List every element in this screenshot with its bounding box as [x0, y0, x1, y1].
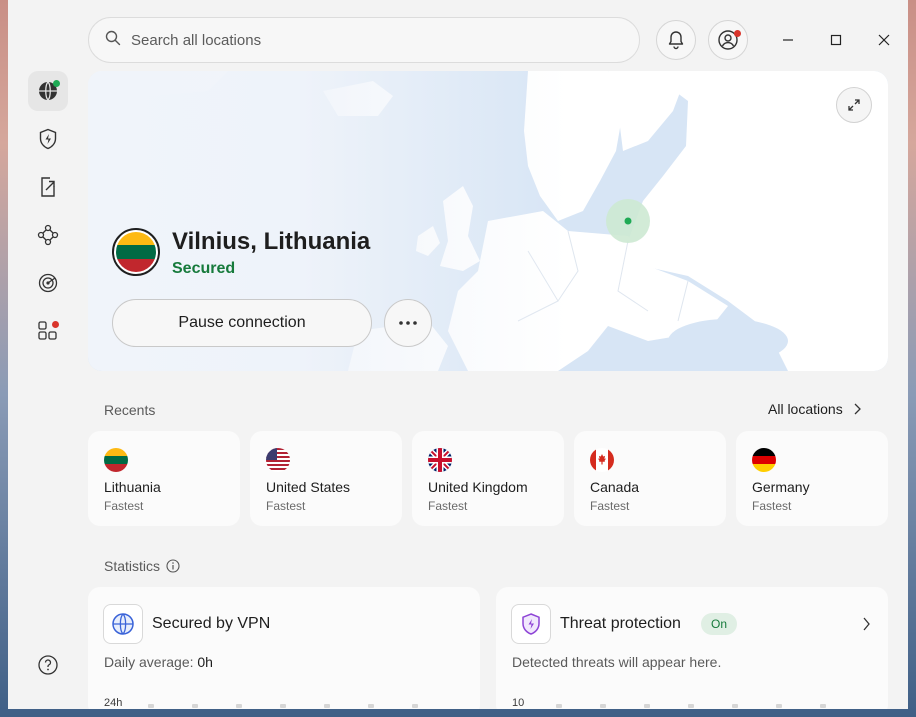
threat-protection-title: Threat protection — [560, 615, 681, 632]
recent-server-type: Fastest — [752, 499, 792, 513]
recent-country: Canada — [590, 479, 640, 495]
help-icon — [38, 655, 58, 675]
search-icon — [105, 30, 121, 51]
shield-bolt-icon — [39, 128, 57, 150]
status-badge: On — [701, 613, 738, 635]
all-locations-label: All locations — [768, 401, 843, 417]
radar-icon — [38, 273, 58, 293]
recent-country: Germany — [752, 479, 810, 495]
connected-dot — [53, 80, 60, 87]
threat-empty-text: Detected threats will appear here. — [512, 654, 722, 670]
recent-server-type: Fastest — [590, 499, 630, 513]
germany-flag-icon — [752, 448, 776, 472]
daily-average: Daily average: 0h — [104, 654, 213, 670]
daily-average-value: 0h — [197, 654, 213, 670]
recent-location-card[interactable]: United Kingdom Fastest — [412, 431, 564, 526]
recent-country: United States — [266, 479, 351, 495]
vpn-axis-label: 24h — [104, 697, 123, 709]
statistics-label: Statistics — [104, 558, 161, 574]
chevron-right-icon[interactable] — [862, 617, 870, 631]
close-button[interactable] — [870, 26, 898, 54]
maximize-icon — [830, 34, 842, 46]
recent-server-type: Fastest — [266, 499, 306, 513]
statistics-header: Statistics — [104, 558, 180, 574]
usa-flag-icon — [266, 448, 290, 472]
more-options-button[interactable] — [384, 299, 432, 347]
uk-flag-icon — [428, 448, 452, 472]
vpn-stats-card: Secured by VPN Daily average: 0h 24h — [88, 587, 480, 709]
threat-axis-label: 10 — [512, 697, 525, 709]
vpn-chart-gridline — [148, 704, 418, 708]
recent-country: United Kingdom — [428, 479, 528, 495]
info-icon[interactable] — [166, 559, 180, 573]
chevron-right-icon — [854, 403, 861, 415]
recent-server-type: Fastest — [104, 499, 144, 513]
pause-connection-button[interactable]: Pause connection — [112, 299, 372, 347]
bell-icon — [668, 31, 684, 50]
lithuania-flag-icon — [104, 448, 128, 472]
sidebar-item-dark-web-monitor[interactable] — [28, 263, 68, 303]
search-bar[interactable]: Search all locations — [88, 17, 640, 63]
recent-location-card[interactable]: Canada Fastest — [574, 431, 726, 526]
apps-alert-dot — [52, 321, 59, 328]
account-alert-dot — [734, 30, 741, 37]
expand-icon — [848, 99, 860, 111]
app-window: Search all locations Vilnius, Lithuania … — [8, 0, 908, 709]
connected-location-title: Vilnius, Lithuania — [172, 228, 371, 255]
sidebar-item-file-sharing[interactable] — [28, 167, 68, 207]
close-icon — [878, 34, 890, 46]
canada-flag-icon — [590, 448, 614, 472]
sidebar-item-threat-protection[interactable] — [28, 119, 68, 159]
minimize-icon — [783, 39, 793, 41]
threat-shield-icon — [511, 604, 551, 644]
sidebar-item-meshnet[interactable] — [28, 215, 68, 255]
account-button[interactable] — [708, 20, 748, 60]
file-share-icon — [41, 177, 55, 197]
recents-label: Recents — [104, 402, 156, 418]
meshnet-icon — [37, 224, 59, 246]
sidebar-item-help[interactable] — [28, 645, 68, 685]
daily-average-label: Daily average: — [104, 654, 194, 670]
lithuania-flag-icon — [112, 228, 160, 276]
more-horizontal-icon — [399, 321, 417, 325]
recent-location-card[interactable]: United States Fastest — [250, 431, 402, 526]
connection-status: Secured — [172, 260, 236, 277]
vpn-globe-icon — [103, 604, 143, 644]
minimize-button[interactable] — [774, 26, 802, 54]
threat-chart-gridline — [556, 704, 826, 708]
sidebar-item-locations[interactable] — [28, 71, 68, 111]
search-input[interactable]: Search all locations — [131, 32, 261, 49]
notifications-button[interactable] — [656, 20, 696, 60]
recent-country: Lithuania — [104, 479, 161, 495]
vpn-stats-title: Secured by VPN — [152, 615, 271, 632]
map-panel[interactable]: Vilnius, Lithuania Secured Pause connect… — [88, 71, 888, 371]
sidebar-item-apps[interactable] — [28, 311, 68, 351]
maximize-button[interactable] — [822, 26, 850, 54]
expand-map-button[interactable] — [836, 87, 872, 123]
recent-location-card[interactable]: Lithuania Fastest — [88, 431, 240, 526]
recent-server-type: Fastest — [428, 499, 468, 513]
threat-protection-card[interactable]: Threat protection On Detected threats wi… — [496, 587, 888, 709]
recent-location-card[interactable]: Germany Fastest — [736, 431, 888, 526]
all-locations-link[interactable]: All locations — [768, 401, 861, 417]
